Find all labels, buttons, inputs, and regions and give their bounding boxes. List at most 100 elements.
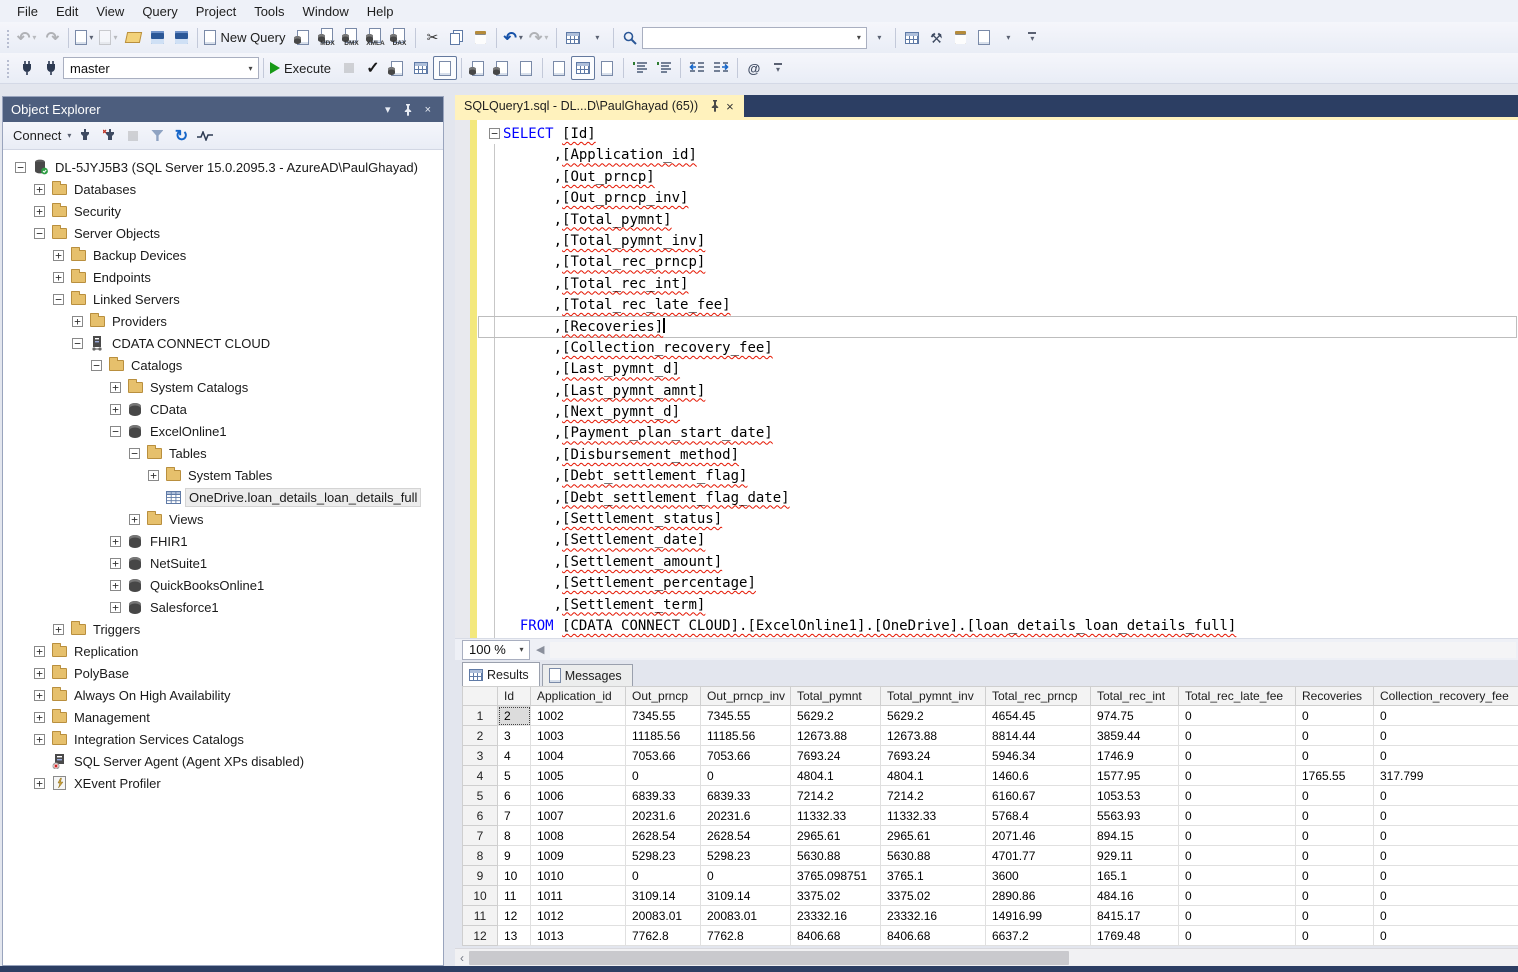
grid-cell[interactable]: 484.16: [1091, 886, 1179, 906]
tree-item[interactable]: OneDrive.loan_details_loan_details_full: [3, 486, 443, 508]
grid-cell[interactable]: 929.11: [1091, 846, 1179, 866]
expand-icon[interactable]: +: [34, 646, 45, 657]
toolbox-button[interactable]: [948, 26, 972, 50]
toolbar-overflow-button[interactable]: ▾: [1020, 26, 1044, 50]
expand-icon[interactable]: +: [34, 206, 45, 217]
grid-cell[interactable]: 3109.14: [701, 886, 791, 906]
tree-item[interactable]: +Triggers: [3, 618, 443, 640]
grid-cell[interactable]: 3765.098751: [791, 866, 881, 886]
tree-item[interactable]: +Endpoints: [3, 266, 443, 288]
row-number-cell[interactable]: 9: [463, 866, 498, 886]
refresh-icon[interactable]: ↻: [169, 124, 193, 148]
tree-item[interactable]: +Security: [3, 200, 443, 222]
column-header[interactable]: Application_id: [531, 687, 626, 706]
hscroll-left-icon[interactable]: ‹: [455, 951, 469, 965]
grid-cell[interactable]: 2628.54: [701, 826, 791, 846]
grid-cell[interactable]: 1746.9: [1091, 746, 1179, 766]
hscroll-left-icon[interactable]: ◀: [530, 643, 550, 656]
grid-cell[interactable]: 13: [498, 926, 531, 946]
grid-cell[interactable]: 1009: [531, 846, 626, 866]
tree-item[interactable]: +Replication: [3, 640, 443, 662]
pin-icon[interactable]: [397, 104, 419, 116]
grid-cell[interactable]: 0: [1179, 726, 1296, 746]
comment-selection-button[interactable]: [628, 56, 652, 80]
connect-dropdown-icon[interactable]: ▾: [65, 131, 73, 140]
column-header[interactable]: Out_prncp: [626, 687, 701, 706]
window-position-icon[interactable]: ▾: [379, 103, 397, 116]
grid-cell[interactable]: 0: [1179, 906, 1296, 926]
close-panel-icon[interactable]: ×: [419, 104, 437, 116]
grid-cell[interactable]: 4701.77: [986, 846, 1091, 866]
grid-cell[interactable]: 0: [1374, 866, 1518, 886]
grid-cell[interactable]: 4804.1: [791, 766, 881, 786]
grid-cell[interactable]: 1003: [531, 726, 626, 746]
undo-dropdown-icon[interactable]: ▾: [517, 33, 525, 42]
grid-cell[interactable]: 0: [1179, 926, 1296, 946]
column-header[interactable]: Id: [498, 687, 531, 706]
grid-cell[interactable]: 0: [701, 766, 791, 786]
customize-wrench-button[interactable]: ⚒: [924, 26, 948, 50]
column-header[interactable]: Total_rec_late_fee: [1179, 687, 1296, 706]
grid-cell[interactable]: 0: [1374, 746, 1518, 766]
menu-edit[interactable]: Edit: [47, 2, 87, 21]
row-number-cell[interactable]: 3: [463, 746, 498, 766]
grid-cell[interactable]: 0: [1374, 786, 1518, 806]
grid-cell[interactable]: 0: [1179, 706, 1296, 726]
close-tab-icon[interactable]: ×: [724, 99, 736, 114]
collapse-icon[interactable]: −: [91, 360, 102, 371]
query-options-button[interactable]: [409, 56, 433, 80]
include-live-query-stats-button[interactable]: [490, 56, 514, 80]
grid-cell[interactable]: 20083.01: [701, 906, 791, 926]
display-estimated-plan-button[interactable]: [385, 56, 409, 80]
grid-cell[interactable]: 0: [1374, 826, 1518, 846]
grid-cell[interactable]: 20231.6: [701, 806, 791, 826]
grid-cell[interactable]: 0: [1296, 786, 1374, 806]
expand-icon[interactable]: +: [110, 382, 121, 393]
include-actual-plan-button[interactable]: [466, 56, 490, 80]
grid-cell[interactable]: 0: [626, 766, 701, 786]
tree-item[interactable]: +QuickBooksOnline1: [3, 574, 443, 596]
expand-icon[interactable]: +: [34, 778, 45, 789]
grid-cell[interactable]: 5768.4: [986, 806, 1091, 826]
tree-item[interactable]: +Backup Devices: [3, 244, 443, 266]
grid-cell[interactable]: 1008: [531, 826, 626, 846]
grid-cell[interactable]: 1013: [531, 926, 626, 946]
tree-item[interactable]: SQL Server Agent (Agent XPs disabled): [3, 750, 443, 772]
tree-item[interactable]: −Server Objects: [3, 222, 443, 244]
tree-item[interactable]: +Providers: [3, 310, 443, 332]
expand-icon[interactable]: +: [34, 690, 45, 701]
grid-cell[interactable]: 11: [498, 886, 531, 906]
new-database-engine-query-button[interactable]: [291, 26, 315, 50]
new-dmx-query-button[interactable]: DMX: [339, 26, 363, 50]
tree-item[interactable]: −DL-5JYJ5B3 (SQL Server 15.0.2095.3 - Az…: [3, 156, 443, 178]
grid-cell[interactable]: 0: [1179, 746, 1296, 766]
collapse-icon[interactable]: −: [129, 448, 140, 459]
filter-icon[interactable]: [145, 124, 169, 148]
grid-cell[interactable]: 1460.6: [986, 766, 1091, 786]
expand-icon[interactable]: +: [148, 470, 159, 481]
collapse-icon[interactable]: −: [110, 426, 121, 437]
new-mdx-query-button[interactable]: MDX: [315, 26, 339, 50]
grid-cell[interactable]: 0: [1374, 806, 1518, 826]
save-all-button[interactable]: [169, 26, 193, 50]
grid-cell[interactable]: 11332.33: [881, 806, 986, 826]
grid-cell[interactable]: 7214.2: [791, 786, 881, 806]
grid-cell[interactable]: 3375.02: [791, 886, 881, 906]
tree-item[interactable]: −Tables: [3, 442, 443, 464]
properties-window-button[interactable]: [900, 26, 924, 50]
grid-cell[interactable]: 3: [498, 726, 531, 746]
grid-cell[interactable]: 20083.01: [626, 906, 701, 926]
results-hscrollbar[interactable]: ‹: [455, 948, 1518, 966]
grid-cell[interactable]: 5298.23: [701, 846, 791, 866]
column-header[interactable]: Total_rec_int: [1091, 687, 1179, 706]
expand-icon[interactable]: +: [53, 250, 64, 261]
results-tab-results[interactable]: Results: [462, 662, 540, 686]
grid-cell[interactable]: 1011: [531, 886, 626, 906]
expand-icon[interactable]: +: [34, 668, 45, 679]
grid-cell[interactable]: 5629.2: [791, 706, 881, 726]
grid-cell[interactable]: 0: [1179, 786, 1296, 806]
grid-cell[interactable]: 0: [1374, 906, 1518, 926]
grid-cell[interactable]: 974.75: [1091, 706, 1179, 726]
editor-zoom-combo[interactable]: 100 % ▾: [462, 640, 530, 660]
execute-button[interactable]: Execute: [268, 56, 337, 80]
